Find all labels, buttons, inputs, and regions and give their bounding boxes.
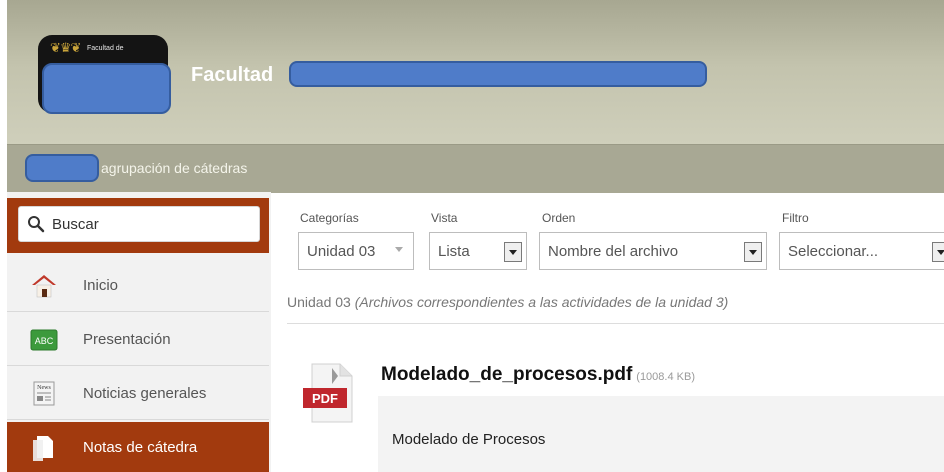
document-icon xyxy=(33,436,53,461)
logo-caption: Facultad de xyxy=(87,45,124,52)
order-label: Orden xyxy=(542,211,576,225)
home-icon xyxy=(32,275,56,298)
search-input[interactable] xyxy=(52,213,252,235)
svg-text:PDF: PDF xyxy=(312,391,338,406)
search-panel xyxy=(7,198,269,253)
order-value: Nombre del archivo xyxy=(548,243,679,260)
sidebar-item-presentacion[interactable]: ABC Presentación xyxy=(7,314,269,366)
divider xyxy=(287,323,944,324)
view-label: Vista xyxy=(431,211,458,225)
sidebar-item-inicio[interactable]: Inicio xyxy=(7,260,269,312)
dropdown-arrow-icon[interactable] xyxy=(932,242,944,262)
view-value: Lista xyxy=(438,243,470,260)
sidebar-item-notas[interactable]: Notas de cátedra xyxy=(7,422,269,472)
redacted-breadcrumb xyxy=(25,154,99,182)
svg-text:News: News xyxy=(37,385,51,391)
newspaper-icon: News xyxy=(33,381,55,406)
search-icon xyxy=(28,216,45,233)
svg-text:ABC: ABC xyxy=(35,336,54,346)
sidebar-item-noticias[interactable]: News Noticias generales xyxy=(7,368,269,420)
pdf-file-icon[interactable]: PDF xyxy=(302,362,356,424)
crest-icon: ❦♛❦ xyxy=(50,41,81,56)
site-header: ❦♛❦ Facultad de Facultad xyxy=(7,0,944,144)
file-name: Modelado_de_procesos.pdf xyxy=(381,364,633,385)
abc-icon: ABC xyxy=(30,329,58,351)
sidebar-item-label: Notas de cátedra xyxy=(83,439,198,456)
redacted-logo-text xyxy=(42,63,171,114)
order-select[interactable]: Nombre del archivo xyxy=(539,232,767,270)
filter-select[interactable]: Seleccionar... xyxy=(779,232,944,270)
breadcrumb-text[interactable]: agrupación de cátedras xyxy=(101,160,247,176)
sidebar-item-label: Inicio xyxy=(83,277,119,294)
folder-heading: Unidad 03 (Archivos correspondientes a l… xyxy=(287,294,728,310)
folder-description: (Archivos correspondientes a las activid… xyxy=(354,294,729,310)
file-description: Modelado de Procesos xyxy=(392,431,546,448)
folder-name: Unidad 03 xyxy=(287,294,351,310)
file-link[interactable]: Modelado_de_procesos.pdf (1008.4 KB) xyxy=(381,364,695,386)
faculty-title: Facultad xyxy=(191,64,274,86)
sidebar-item-label: Noticias generales xyxy=(83,385,207,402)
categories-select[interactable]: Unidad 03 xyxy=(298,232,414,270)
sidebar-item-label: Presentación xyxy=(83,331,171,348)
redacted-faculty-name xyxy=(289,61,707,87)
file-description-panel: Modelado de Procesos xyxy=(378,396,944,472)
filter-value: Seleccionar... xyxy=(788,243,879,260)
file-size: (1008.4 KB) xyxy=(636,371,695,383)
filter-label: Filtro xyxy=(782,211,809,225)
categories-label: Categorías xyxy=(300,211,359,225)
view-select[interactable]: Lista xyxy=(429,232,527,270)
window-edge xyxy=(0,0,7,472)
dropdown-arrow-icon[interactable] xyxy=(744,242,762,262)
categories-value: Unidad 03 xyxy=(307,243,376,260)
dropdown-arrow-icon[interactable] xyxy=(504,242,522,262)
search-box[interactable] xyxy=(18,206,260,242)
chevron-down-icon xyxy=(395,247,403,252)
